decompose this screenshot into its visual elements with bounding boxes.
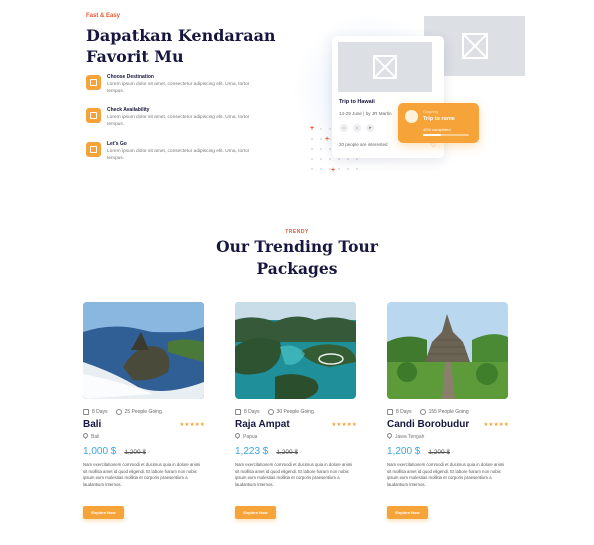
progress-fill xyxy=(423,134,442,136)
old-price: 1,200 $ xyxy=(276,449,299,456)
tour-card-candi-borobudur: 8 Days 155 People Going Candi Borobudur … xyxy=(385,302,509,520)
user-icon xyxy=(115,409,122,415)
tour-price: 1,000 $ 1,200 $ xyxy=(83,446,205,457)
trip-title: Trip to Hawaii xyxy=(339,99,375,105)
progress-bar xyxy=(423,134,469,136)
plus-icon: + xyxy=(331,167,336,174)
chart-icon xyxy=(86,108,101,123)
leaf-icon[interactable]: • xyxy=(340,124,348,132)
current-price: 1,200 $ xyxy=(387,446,421,457)
rating-stars: ★★★★★ xyxy=(483,421,509,428)
tour-image[interactable] xyxy=(387,302,508,399)
hero-tagline: Fast & Easy xyxy=(86,13,121,19)
tour-description: Nam exercitationem commodi et ducimus qu… xyxy=(235,462,353,487)
feature-title: Choose Destination xyxy=(107,74,154,80)
feature-choose-destination: Choose Destination Lorem ipsum dolor sit… xyxy=(86,74,266,95)
current-price: 1,000 $ xyxy=(83,446,117,457)
tour-duration: 8 Days xyxy=(83,409,108,415)
calendar-icon xyxy=(235,409,241,415)
calendar-icon xyxy=(83,409,89,415)
plus-icon: + xyxy=(325,136,330,143)
map-icon xyxy=(86,75,101,90)
user-icon xyxy=(419,409,426,415)
tour-price: 1,200 $ 1,200 $ xyxy=(387,446,509,457)
tour-duration: 8 Days xyxy=(235,409,260,415)
feature-desc: Lorem ipsum dolor sit amet, consectetur … xyxy=(107,115,250,127)
section-title: Our Trending Tour Packages xyxy=(216,237,378,278)
explore-now-button[interactable]: Explore Now xyxy=(387,506,428,520)
plus-icon: + xyxy=(310,125,315,132)
tour-meta: 8 Days 30 People Going xyxy=(235,409,357,415)
old-price: 1,200 $ xyxy=(124,449,147,456)
send-icon[interactable]: ➤ xyxy=(366,124,374,132)
trip-title: Trip to rome xyxy=(423,116,455,122)
feature-title: Let's Go xyxy=(107,141,127,147)
tour-name-row: Candi Borobudur ★★★★★ xyxy=(387,419,509,430)
tour-location: Papua xyxy=(233,431,357,440)
trip-interest: 20 people are interested xyxy=(339,142,388,147)
current-price: 1,223 $ xyxy=(235,446,269,457)
trip-status: Ongoing xyxy=(423,109,439,114)
rating-stars: ★★★★★ xyxy=(179,421,205,428)
tour-name: Raja Ampat xyxy=(235,419,290,430)
rating-stars: ★★★★★ xyxy=(331,421,357,428)
tour-description: Nam exercitationem commodi et ducimus qu… xyxy=(387,462,505,487)
tour-duration: 8 Days xyxy=(387,409,412,415)
tour-image[interactable] xyxy=(83,302,204,399)
location-pin-icon xyxy=(385,431,394,440)
user-icon xyxy=(267,409,274,415)
tour-description: Nam exercitationem commodi et ducimus qu… xyxy=(83,462,201,487)
feature-lets-go: Let's Go Lorem ipsum dolor sit amet, con… xyxy=(86,141,266,162)
feature-title: Check Availability xyxy=(107,107,150,113)
feature-desc: Lorem ipsum dolor sit amet, consectetur … xyxy=(107,149,250,161)
location-pin-icon xyxy=(233,431,242,440)
image-placeholder-icon xyxy=(461,33,488,59)
tour-card-raja-ampat: 8 Days 30 People Going Raja Ampat ★★★★★ … xyxy=(233,302,357,520)
tour-name-row: Raja Ampat ★★★★★ xyxy=(235,419,357,430)
image-placeholder-icon xyxy=(373,55,397,79)
tour-location: Bali xyxy=(81,431,205,440)
tour-name-row: Bali ★★★★★ xyxy=(83,419,205,430)
map-icon[interactable]: • xyxy=(353,124,361,132)
section-tag: TRENDY xyxy=(285,229,309,235)
calendar-icon xyxy=(387,409,393,415)
tour-card-bali: 8 Days 25 People Going Bali ★★★★★ Bali 1… xyxy=(81,302,205,520)
tour-people: 30 People Going xyxy=(267,409,314,415)
hero-title: Dapatkan Kendaraan Favorit Mu xyxy=(86,26,276,66)
heart-icon[interactable]: ♡ xyxy=(431,142,436,149)
tour-name: Bali xyxy=(83,419,102,430)
avatar xyxy=(405,110,418,123)
trip-date: 14-29 June | by JR Martin xyxy=(339,111,392,116)
tour-people: 155 People Going xyxy=(419,409,469,415)
feature-check-availability: Check Availability Lorem ipsum dolor sit… xyxy=(86,107,266,128)
tour-meta: 8 Days 25 People Going xyxy=(83,409,205,415)
tour-image[interactable] xyxy=(235,302,356,399)
trip-card-rome[interactable]: Ongoing Trip to rome 40% completed xyxy=(398,103,479,143)
tour-meta: 8 Days 155 People Going xyxy=(387,409,509,415)
tour-name: Candi Borobudur xyxy=(387,419,470,430)
tour-people: 25 People Going xyxy=(115,409,162,415)
trip-actions: • • ➤ xyxy=(340,124,374,132)
old-price: 1,200 $ xyxy=(428,449,451,456)
car-icon xyxy=(86,142,101,157)
tour-price: 1,223 $ 1,200 $ xyxy=(235,446,357,457)
location-pin-icon xyxy=(81,431,90,440)
tour-location: Jawa Tengah xyxy=(385,431,509,440)
trip-image-placeholder xyxy=(338,42,432,92)
feature-desc: Lorem ipsum dolor sit amet, consectetur … xyxy=(107,82,250,94)
explore-now-button[interactable]: Explore Now xyxy=(235,506,276,520)
explore-now-button[interactable]: Explore Now xyxy=(83,506,124,520)
trip-progress-text: 40% completed xyxy=(423,127,451,132)
